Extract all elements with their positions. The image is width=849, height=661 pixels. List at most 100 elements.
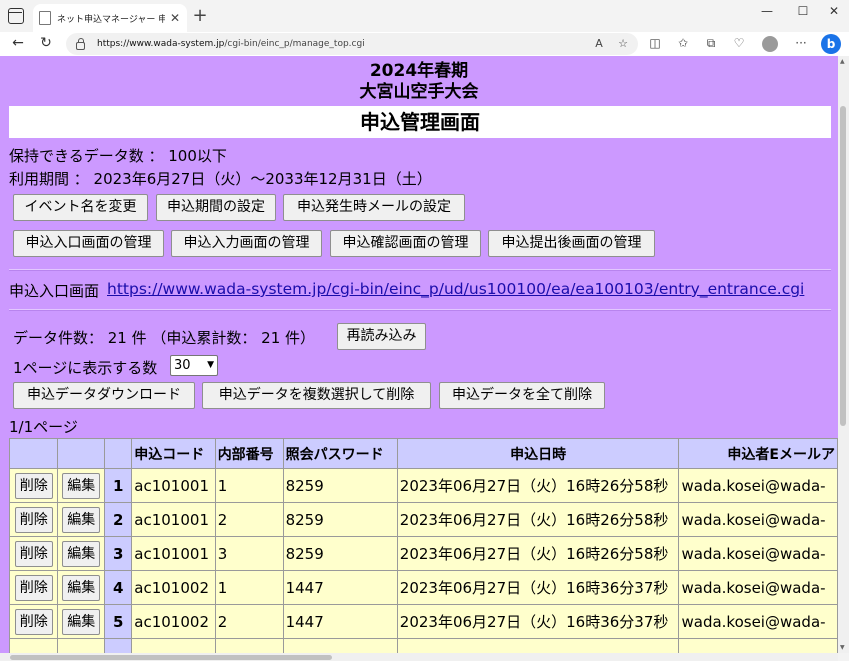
internal-no-cell: 2 <box>214 502 284 537</box>
email-cell: wada.kosei@wada- <box>678 536 838 571</box>
edit-row-button[interactable]: 編集 <box>62 540 101 567</box>
lock-icon[interactable] <box>76 37 85 50</box>
url-path: /cgi-bin/einc_p/manage_top.cgi <box>224 39 365 49</box>
tab-bar: ネット申込マネージャー 申込管理画面 ✕ + — ☐ ✕ <box>0 0 849 32</box>
entry-date-cell: 2023年06月27日（火）16時26分58秒 <box>396 536 680 571</box>
download-data-button[interactable]: 申込データダウンロード <box>13 382 195 409</box>
edit-row-button[interactable]: 編集 <box>62 574 101 601</box>
data-count-text: データ件数： 21 件 （申込累計数： 21 件） <box>13 329 316 347</box>
delete-row-button[interactable]: 削除 <box>14 472 53 499</box>
entry-code-cell: ac101001 <box>131 536 216 571</box>
delete-row-button[interactable]: 削除 <box>14 608 53 635</box>
refresh-icon[interactable]: ↻ <box>36 35 56 51</box>
reload-button[interactable]: 再読み込み <box>337 323 426 350</box>
delete-row-button[interactable]: 削除 <box>14 540 53 567</box>
table-row-partial <box>8 638 838 653</box>
edit-row-button[interactable]: 編集 <box>62 472 101 499</box>
tab-actions-icon[interactable] <box>8 8 24 24</box>
entry-code-cell: ac101001 <box>131 502 216 537</box>
header-internal-no: 内部番号 <box>214 438 284 469</box>
internal-no-cell: 2 <box>214 604 284 639</box>
new-tab-icon[interactable]: + <box>192 5 208 26</box>
entrance-url-link[interactable]: https://www.wada-system.jp/cgi-bin/einc_… <box>107 280 804 298</box>
table-row: 削除 編集 3 ac101001 3 8259 2023年06月27日（火）16… <box>8 536 838 571</box>
table-row: 削除 編集 1 ac101001 1 8259 2023年06月27日（火）16… <box>8 468 838 503</box>
back-arrow-icon[interactable]: ← <box>8 35 28 51</box>
delete-row-button[interactable]: 削除 <box>14 574 53 601</box>
page-favicon-icon <box>39 11 51 25</box>
entry-mail-settings-button[interactable]: 申込発生時メールの設定 <box>283 194 465 221</box>
scroll-up-arrow-icon[interactable]: ▲ <box>840 58 845 65</box>
vertical-scrollbar[interactable]: ▲ ▼ <box>838 56 849 653</box>
row-number: 2 <box>104 502 133 537</box>
header-no-col <box>104 438 133 469</box>
collections-icon[interactable]: ⧉ <box>702 36 720 51</box>
header-entry-code: 申込コード <box>131 438 216 469</box>
email-cell: wada.kosei@wada- <box>678 604 838 639</box>
multi-delete-button[interactable]: 申込データを複数選択して削除 <box>202 382 431 409</box>
read-aloud-icon[interactable]: A <box>590 37 608 50</box>
email-cell: wada.kosei@wada- <box>678 468 838 503</box>
profile-avatar-icon[interactable] <box>762 36 778 52</box>
bing-copilot-icon[interactable]: b <box>821 34 841 54</box>
close-tab-icon[interactable]: ✕ <box>169 11 181 25</box>
after-submit-page-manage-button[interactable]: 申込提出後画面の管理 <box>488 230 655 257</box>
entry-date-cell: 2023年06月27日（火）16時26分58秒 <box>396 502 680 537</box>
confirm-page-manage-button[interactable]: 申込確認画面の管理 <box>330 230 481 257</box>
table-row: 削除 編集 2 ac101001 2 8259 2023年06月27日（火）16… <box>8 502 838 537</box>
entries-table: 申込コード 内部番号 照会パスワード 申込日時 申込者Eメールア 削除 編集 1… <box>8 438 838 653</box>
internal-no-cell: 1 <box>214 570 284 605</box>
entry-code-cell: ac101002 <box>131 604 216 639</box>
browser-tab[interactable]: ネット申込マネージャー 申込管理画面 ✕ <box>33 4 187 32</box>
page-title: 申込管理画面 <box>9 106 831 138</box>
per-page-select[interactable]: 30 ▼ <box>170 355 218 376</box>
url-field[interactable]: https://www.wada-system.jp/cgi-bin/einc_… <box>66 33 638 55</box>
address-bar-row: ← ↻ https://www.wada-system.jp/cgi-bin/e… <box>0 32 849 56</box>
email-cell: wada.kosei@wada- <box>678 570 838 605</box>
entrance-page-manage-button[interactable]: 申込入口画面の管理 <box>13 230 164 257</box>
horizontal-scrollbar[interactable] <box>0 653 838 661</box>
window-close-icon[interactable]: ✕ <box>822 4 846 18</box>
edit-row-button[interactable]: 編集 <box>62 506 101 533</box>
maximize-icon[interactable]: ☐ <box>791 4 815 18</box>
divider <box>9 309 831 311</box>
favorites-icon[interactable]: ✩ <box>674 36 692 50</box>
row-number: 1 <box>104 468 133 503</box>
capacity-text: 保持できるデータ数 ： 100以下 <box>9 147 227 165</box>
minimize-icon[interactable]: — <box>755 4 779 18</box>
per-page-value: 30 <box>174 358 191 373</box>
tab-title: ネット申込マネージャー 申込管理画面 <box>57 14 165 25</box>
period-text: 利用期間 ： 2023年6月27日（火）～2033年12月31日（土） <box>9 170 432 188</box>
entry-date-cell: 2023年06月27日（火）16時36分37秒 <box>396 570 680 605</box>
horizontal-scroll-thumb[interactable] <box>10 655 332 660</box>
internal-no-cell: 3 <box>214 536 284 571</box>
favorite-star-icon[interactable]: ☆ <box>614 37 632 50</box>
browser-essentials-icon[interactable]: ♡ <box>730 36 748 50</box>
scroll-down-arrow-icon[interactable]: ▼ <box>840 644 845 651</box>
password-cell: 1447 <box>282 570 398 605</box>
entrance-label: 申込入口画面 <box>9 282 100 300</box>
row-number: 3 <box>104 536 133 571</box>
edit-row-button[interactable]: 編集 <box>62 608 101 635</box>
entry-period-settings-button[interactable]: 申込期間の設定 <box>156 194 276 221</box>
row-number: 4 <box>104 570 133 605</box>
password-cell: 8259 <box>282 468 398 503</box>
table-body: 削除 編集 1 ac101001 1 8259 2023年06月27日（火）16… <box>8 468 838 653</box>
more-menu-icon[interactable]: ··· <box>792 36 810 50</box>
internal-no-cell: 1 <box>214 468 284 503</box>
pager-text: 1/1ページ <box>9 418 78 436</box>
header-password: 照会パスワード <box>282 438 398 469</box>
header-email: 申込者Eメールア <box>678 438 838 469</box>
vertical-scroll-thumb[interactable] <box>840 106 846 426</box>
entry-code-cell: ac101001 <box>131 468 216 503</box>
delete-all-button[interactable]: 申込データを全て削除 <box>439 382 605 409</box>
header-delete-col <box>8 438 59 469</box>
page-viewport: 2024年春期 大宮山空手大会 申込管理画面 保持できるデータ数 ： 100以下… <box>0 56 838 653</box>
rename-event-button[interactable]: イベント名を変更 <box>13 194 148 221</box>
header-entry-date: 申込日時 <box>396 438 680 469</box>
split-screen-icon[interactable]: ◫ <box>646 36 664 50</box>
password-cell: 1447 <box>282 604 398 639</box>
delete-row-button[interactable]: 削除 <box>14 506 53 533</box>
row-number: 5 <box>104 604 133 639</box>
input-page-manage-button[interactable]: 申込入力画面の管理 <box>171 230 322 257</box>
